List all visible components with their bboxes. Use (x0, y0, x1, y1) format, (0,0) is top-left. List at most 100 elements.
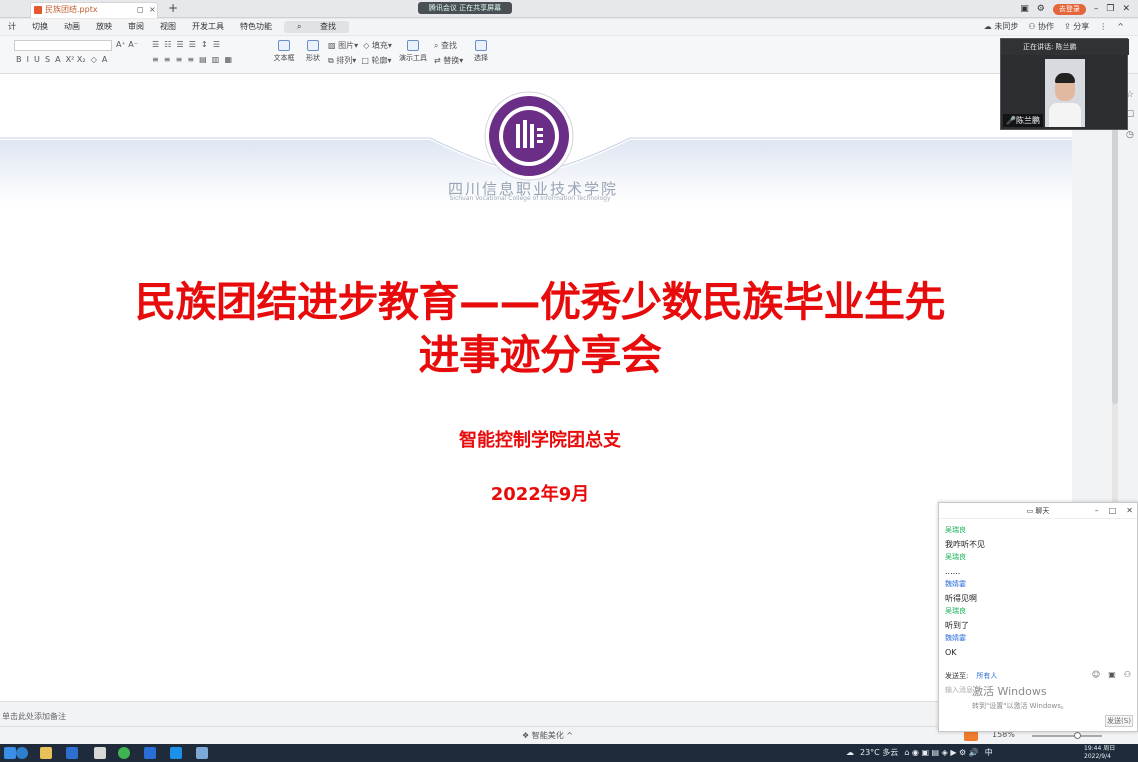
ime-indicator[interactable]: 中 (985, 747, 993, 758)
textbox-tool[interactable]: 文本框 (272, 40, 296, 63)
settings-icon[interactable]: ⚙ (1037, 4, 1045, 14)
arrange-tool[interactable]: ⧉ 排列▾ □ 轮廓▾ (328, 55, 391, 66)
chat-title: 聊天 (1035, 507, 1050, 515)
meeting-share-indicator[interactable]: 腾讯会议 正在共享屏幕 (418, 2, 512, 14)
system-tray: ☁ 23°C 多云 ⌂ ◉ ▣ ▤ ◈ ▶ ⚙ 🔊 中 (846, 747, 993, 758)
chat-panel[interactable]: ▭ 聊天 – □ ✕ 吴瑞良 我咋听不见 吴瑞良 ...... 魏婧霎 听得见啊… (938, 502, 1138, 732)
menu-search[interactable]: ⌕ 查找 (284, 21, 350, 33)
system-clock[interactable]: 19:44 周日 2022/9/4 (1084, 745, 1115, 761)
unsync-button[interactable]: ☁ 未同步 (984, 19, 1019, 35)
menu-features[interactable]: 特色功能 (232, 19, 280, 35)
find-tool[interactable]: ⌕ 查找 (434, 40, 457, 51)
chat-sender: 吴瑞良 (945, 526, 966, 534)
menu-design[interactable]: 计 (0, 19, 24, 35)
menu-transition[interactable]: 切换 (24, 19, 56, 35)
meeting-app-icon[interactable] (170, 747, 182, 759)
chat-icon: ▭ (1026, 507, 1034, 515)
chat-message: ...... (945, 566, 961, 576)
college-logo (484, 91, 574, 181)
zoom-slider-handle[interactable] (1074, 732, 1081, 739)
slide-subtitle[interactable]: 智能控制学院团总支 (380, 426, 700, 452)
font-style-buttons[interactable]: B I U S A X² X₂ ◇ A (16, 55, 107, 64)
start-icon[interactable] (4, 747, 16, 759)
select-tool[interactable]: 选择 (470, 40, 492, 63)
screenshot-icon[interactable]: ▣ (1108, 670, 1116, 679)
document-tab-label: 民族团结.pptx (45, 5, 98, 14)
window-titlebar: 民族团结.pptx ◻ × + 腾讯会议 正在共享屏幕 ▣ ⚙ 去登录 – ❐ … (0, 0, 1138, 18)
notes-placeholder: 单击此处添加备注 (2, 712, 66, 721)
menu-view[interactable]: 视图 (152, 19, 184, 35)
share-button[interactable]: ⇪ 分享 (1064, 19, 1089, 35)
send-to-select[interactable]: 所有人 (976, 672, 997, 680)
image-tool[interactable]: ▨ 图片▾ ◇ 填充▾ (328, 40, 392, 51)
textbox-label: 文本框 (273, 54, 295, 62)
paragraph-list-buttons[interactable]: ☰ ☷ ☰ ☰ ↕ ☰ (152, 40, 220, 49)
chat-sender: 吴瑞良 (945, 553, 966, 561)
chat-message: 听到了 (945, 620, 969, 630)
close-window-button[interactable]: ✕ (1122, 4, 1130, 14)
slide-title[interactable]: 民族团结进步教育——优秀少数民族毕业生先进事迹分享会 (120, 276, 960, 382)
menu-animation[interactable]: 动画 (56, 19, 88, 35)
restore-button[interactable]: ❐ (1106, 4, 1114, 14)
more-icon[interactable]: ⋮ (1099, 19, 1107, 35)
weather-text[interactable]: 23°C 多云 (860, 747, 898, 758)
pin-tab-icon[interactable]: ◻ (137, 3, 144, 17)
slide-date[interactable]: 2022年9月 (380, 480, 700, 506)
collapse-ribbon-icon[interactable]: ^ (1117, 19, 1124, 35)
file-explorer-icon[interactable] (40, 747, 52, 759)
menu-bar: 计 切换 动画 放映 审阅 视图 开发工具 特色功能 ⌕ 查找 (0, 19, 1138, 35)
chat-maximize-button[interactable]: □ (1109, 503, 1117, 519)
participant-video (1045, 59, 1085, 127)
search-icon: ⌕ (297, 22, 302, 31)
notes-pane[interactable]: 单击此处添加备注 (0, 701, 1072, 726)
layout-icon[interactable]: ▣ (1020, 4, 1029, 14)
beautify-label: 智能美化 (531, 731, 564, 740)
edge-icon[interactable] (16, 747, 28, 759)
slide-canvas[interactable]: 四川信息职业技术学院 Sichuan Vocational College of… (0, 74, 1072, 701)
close-tab-icon[interactable]: × (149, 3, 156, 17)
image-label: 图片 (338, 41, 355, 50)
wps-icon[interactable] (144, 747, 156, 759)
chat-close-button[interactable]: ✕ (1126, 503, 1133, 519)
shape-tool[interactable]: 形状 (302, 40, 324, 63)
replace-tool[interactable]: ⇄ 替换▾ (434, 55, 463, 66)
find-icon: ⌕ (434, 41, 439, 50)
menu-review[interactable]: 审阅 (120, 19, 152, 35)
arrange-label: 排列 (336, 56, 353, 65)
chat-input[interactable]: 输入消息... (945, 685, 1131, 711)
smart-beautify-button[interactable]: ❖ 智能美化 ^ (522, 730, 573, 741)
app-icon[interactable] (94, 747, 106, 759)
zoom-slider[interactable] (1032, 732, 1102, 739)
clock-icon[interactable]: ◷ (1126, 130, 1134, 140)
minimize-button[interactable]: – (1094, 4, 1099, 14)
document-tab[interactable]: 民族团结.pptx ◻ × (30, 2, 158, 18)
font-name-select[interactable] (14, 40, 112, 51)
send-button[interactable]: 发送(S) (1105, 715, 1133, 727)
replace-icon: ⇄ (434, 56, 441, 65)
send-to-label: 发送至: (945, 672, 969, 680)
meeting-video-tile[interactable]: 正在讲话: 陈兰鹏 🎤陈兰鹏 (1000, 38, 1129, 130)
mic-icon: 🎤 (1006, 116, 1016, 125)
emoji-icon[interactable]: ☺ (1092, 670, 1100, 679)
paragraph-align-buttons[interactable]: ≡ ≡ ≡ ≡ ▤ ▥ ▦ (152, 55, 232, 64)
browser-icon[interactable] (118, 747, 130, 759)
cloud-icon[interactable] (196, 747, 208, 759)
shape-icon (307, 40, 319, 51)
vertical-scrollbar-thumb[interactable] (1112, 104, 1118, 404)
menubar-right: ☁ 未同步 ⚇ 协作 ⇪ 分享 ⋮ ^ (984, 19, 1124, 35)
chat-minimize-button[interactable]: – (1095, 503, 1099, 519)
shape-label: 形状 (306, 54, 320, 62)
textbox-icon (278, 40, 290, 51)
slide-tools[interactable]: 演示工具 (398, 40, 428, 63)
menu-slideshow[interactable]: 放映 (88, 19, 120, 35)
login-button[interactable]: 去登录 (1052, 3, 1086, 15)
user-icon[interactable]: ⚇ (1124, 670, 1131, 679)
tray-icons[interactable]: ⌂ ◉ ▣ ▤ ◈ ▶ ⚙ 🔊 (904, 748, 978, 757)
new-tab-button[interactable]: + (168, 1, 178, 15)
slide-tools-icon (407, 40, 419, 51)
font-size-buttons[interactable]: A⁺ A⁻ (116, 40, 138, 49)
collab-button[interactable]: ⚇ 协作 (1028, 19, 1054, 35)
menu-search-label: 查找 (320, 22, 337, 31)
store-icon[interactable] (66, 747, 78, 759)
menu-developer[interactable]: 开发工具 (184, 19, 232, 35)
